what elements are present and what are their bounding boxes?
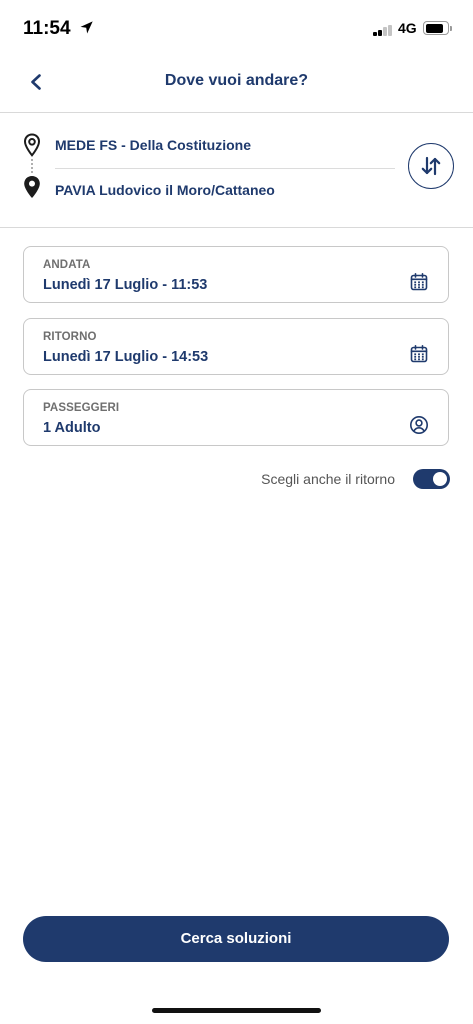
- return-date-field[interactable]: RITORNO Lunedì 17 Luglio - 14:53: [23, 318, 449, 375]
- home-indicator: [152, 1008, 321, 1013]
- field-label: ANDATA: [43, 259, 91, 271]
- chevron-left-icon: [31, 74, 41, 90]
- swap-vertical-icon: [421, 156, 441, 176]
- back-button[interactable]: [23, 69, 49, 95]
- return-toggle-label: Scegli anche il ritorno: [261, 471, 395, 487]
- swap-stations-button[interactable]: [408, 143, 454, 189]
- field-value: Lunedì 17 Luglio - 14:53: [43, 349, 209, 365]
- passengers-field[interactable]: PASSEGGERI 1 Adulto: [23, 389, 449, 446]
- toggle-knob: [433, 472, 447, 486]
- destination-station[interactable]: PAVIA Ludovico il Moro/Cattaneo: [55, 181, 275, 199]
- route-separator: [55, 168, 395, 169]
- battery-icon: [423, 21, 449, 35]
- route-divider: [0, 227, 473, 228]
- signal-bar: [383, 27, 387, 36]
- header-divider: [0, 112, 473, 113]
- page-title: Dove vuoi andare?: [164, 72, 309, 89]
- search-button-label: Cerca soluzioni: [180, 930, 292, 947]
- battery-tip: [450, 25, 452, 31]
- map-pin-filled-icon: [24, 176, 40, 198]
- field-value: Lunedì 17 Luglio - 11:53: [43, 277, 208, 293]
- network-type: 4G: [398, 20, 417, 36]
- signal-strength-icon: [373, 24, 392, 36]
- field-label: PASSEGGERI: [43, 402, 120, 414]
- departure-date-field[interactable]: ANDATA Lunedì 17 Luglio - 11:53: [23, 246, 449, 303]
- battery-level: [425, 23, 444, 33]
- user-circle-icon: [410, 416, 428, 434]
- field-label: RITORNO: [43, 331, 97, 343]
- return-toggle[interactable]: [413, 469, 450, 489]
- signal-bar: [378, 29, 382, 36]
- location-arrow-icon: [80, 21, 93, 34]
- field-value: 1 Adulto: [43, 420, 101, 436]
- origin-station[interactable]: MEDE FS - Della Costituzione: [55, 136, 251, 154]
- status-time: 11:54: [23, 18, 71, 39]
- route-connector: [31, 159, 33, 173]
- signal-bar: [373, 32, 377, 36]
- signal-bar: [388, 24, 392, 36]
- screen: 11:54 4G Dove vuoi andare? MEDE FS - Del…: [0, 0, 473, 1024]
- calendar-icon: [410, 344, 428, 363]
- calendar-icon: [410, 272, 428, 291]
- search-solutions-button[interactable]: Cerca soluzioni: [23, 916, 449, 962]
- map-pin-outline-icon: [23, 133, 41, 157]
